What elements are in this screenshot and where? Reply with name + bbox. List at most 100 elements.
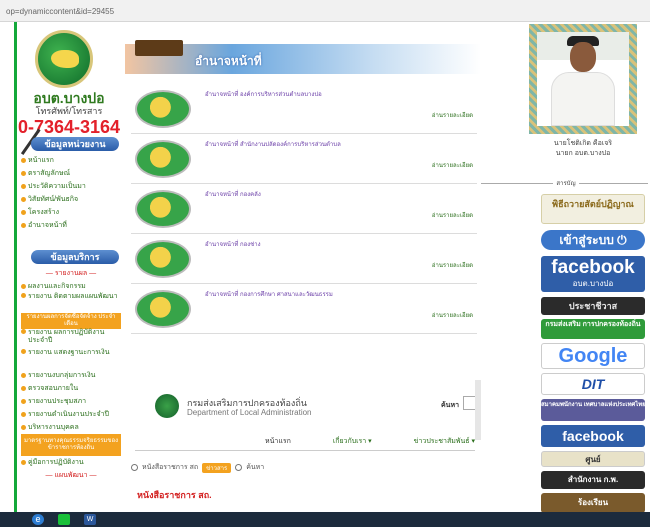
line-app-icon[interactable]	[58, 514, 70, 525]
ocsc-link[interactable]: สำนักงาน ก.พ.	[541, 471, 645, 489]
menu-item-ethics[interactable]: มาตรฐานทางคุณธรรมจริยธรรมของข้าราชการท้อ…	[21, 434, 121, 456]
menu-item[interactable]: ตรวจสอบภายใน	[21, 382, 121, 395]
left-sidebar: อบต.บางปอ โทรศัพท์/โทรสาร 0-7364-3164 ข้…	[17, 22, 121, 512]
menu-item[interactable]: ประวัติความเป็นมา	[21, 180, 121, 193]
radio-search-label: ค้นหา	[246, 464, 265, 471]
menu-item[interactable]: โครงสร้าง	[21, 206, 121, 219]
complaint-link[interactable]: ร้องเรียน	[541, 493, 645, 512]
links-header: สารบัญ	[481, 178, 648, 188]
divider	[481, 182, 554, 184]
menu-item[interactable]: รายงาน แสดงฐานะการเงิน	[21, 349, 121, 369]
bullet-icon	[21, 399, 26, 404]
read-more-link[interactable]: อ่านรายละเอียด	[432, 160, 473, 170]
list-item: อำนาจหน้าที่ กองคลัง อ่านรายละเอียด	[131, 184, 477, 234]
menu-item[interactable]: รายงานดำเนินงานประจำปี	[21, 408, 121, 421]
bullet-icon	[21, 373, 26, 378]
word-icon[interactable]: W	[84, 514, 96, 525]
uniform-shape	[551, 72, 615, 126]
bullet-icon	[21, 425, 26, 430]
item-title[interactable]: อำนาจหน้าที่ องค์การบริหารส่วนตำบลบางปอ	[205, 89, 322, 99]
facebook-page-sub: อบต.บางปอ	[572, 279, 614, 288]
address-bar[interactable]: op=dynamiccontent&id=29455	[0, 0, 650, 22]
edge-icon[interactable]: e	[32, 514, 44, 525]
portrait-frame	[529, 24, 637, 134]
bullet-icon	[21, 197, 26, 202]
google-link[interactable]: Google	[541, 343, 645, 369]
facebook-link[interactable]: facebook	[541, 425, 645, 447]
person-position: นายก อบต.บางปอ	[555, 150, 611, 157]
nav-home[interactable]: หน้าแรก	[265, 436, 291, 447]
item-title[interactable]: อำนาจหน้าที่ กองคลัง	[205, 189, 261, 199]
menu-item[interactable]: รายงาน ผลการปฏิบัติงานประจำปี	[21, 329, 121, 349]
menu-item[interactable]: รายงานงบกลุ่มการเงิน	[21, 369, 121, 382]
menu-item[interactable]: ตราสัญลักษณ์	[21, 167, 121, 180]
right-column: นายโชติเกิด คือเจริ นายก อบต.บางปอ สารบั…	[481, 22, 648, 512]
bullet-icon	[21, 349, 26, 354]
section-head-services: ข้อมูลบริการ	[31, 250, 119, 264]
bird-icon	[51, 50, 79, 68]
bullet-icon	[21, 293, 26, 298]
menu-item[interactable]: คู่มือการปฏิบัติงาน	[21, 456, 121, 469]
emblem-icon	[135, 240, 191, 278]
login-button[interactable]: เข้าสู่ระบบ ⏻	[541, 230, 645, 250]
bullet-icon	[21, 158, 26, 163]
main-content: อำนาจหน้าที่ อำนาจหน้าที่ องค์การบริหารส…	[125, 22, 481, 512]
page-frame: อบต.บางปอ โทรศัพท์/โทรสาร 0-7364-3164 ข้…	[14, 22, 648, 512]
section-head-agency: ข้อมูลหน่วยงาน	[31, 137, 119, 151]
doc-section-title: หนังสือราชการ สถ.	[137, 490, 212, 500]
radio-docs[interactable]	[131, 464, 138, 471]
list-item: อำนาจหน้าที่ กองการศึกษา ศาสนาและวัฒนธรร…	[131, 284, 477, 334]
item-title[interactable]: อำนาจหน้าที่ กองการศึกษา ศาสนาและวัฒนธรร…	[205, 289, 333, 299]
item-title[interactable]: อำนาจหน้าที่ กองช่าง	[205, 239, 261, 249]
oath-ceremony-banner[interactable]: พิธีถวายสัตย์ปฏิญาณ	[541, 194, 645, 224]
menu-item[interactable]: บริหารงานบุคคล	[21, 421, 121, 434]
site-logo[interactable]	[35, 30, 93, 88]
bullet-icon	[21, 210, 26, 215]
nav-about[interactable]: เกี่ยวกับเรา ▾	[333, 436, 372, 447]
link-banner-1[interactable]: ประชาชีวาส	[541, 297, 645, 315]
read-more-link[interactable]: อ่านรายละเอียด	[432, 310, 473, 320]
bullet-icon	[21, 386, 26, 391]
bullet-icon	[21, 460, 26, 465]
bookshelf-icon	[135, 40, 183, 56]
emblem-icon	[135, 290, 191, 328]
item-title[interactable]: อำนาจหน้าที่ สำนักงานปลัดองค์การบริหารส่…	[205, 139, 341, 149]
menu-item-procurement[interactable]: รายงานผลการจัดซื้อจัดจ้าง ประจำเดือน	[21, 313, 121, 329]
menu-item[interactable]: ผลงานและกิจกรรม	[21, 280, 121, 293]
dit-link[interactable]: DIT	[541, 373, 645, 395]
site-contact-label: โทรศัพท์/โทรสาร	[35, 106, 103, 116]
mayor-portrait	[537, 32, 629, 126]
bullet-icon	[21, 171, 26, 176]
report-header: — รายงานผล —	[45, 270, 97, 277]
nav-news[interactable]: ข่าวประชาสัมพันธ์ ▾	[414, 436, 475, 447]
emblem-icon	[135, 190, 191, 228]
news-button[interactable]: ข่าวสาร	[202, 462, 232, 473]
emblem-icon	[135, 90, 191, 128]
dla-link-banner[interactable]: กรมส่งเสริม การปกครองท้องถิ่น	[541, 319, 645, 339]
plan-header: — แผนพัฒนา —	[45, 472, 97, 479]
doc-filter: หนังสือราชการ สถ ข่าวสาร ค้นหา	[131, 462, 264, 473]
bullet-icon	[21, 412, 26, 417]
list-item: อำนาจหน้าที่ สำนักงานปลัดองค์การบริหารส่…	[131, 134, 477, 184]
list-item: อำนาจหน้าที่ กองช่าง อ่านรายละเอียด	[131, 234, 477, 284]
read-more-link[interactable]: อ่านรายละเอียด	[432, 110, 473, 120]
menu-item[interactable]: หน้าแรก	[21, 154, 121, 167]
services-menu: — รายงานผล — ผลงานและกิจกรรม รายงาน ติดต…	[21, 267, 121, 482]
duties-list: อำนาจหน้าที่ องค์การบริหารส่วนตำบลบางปอ …	[131, 84, 477, 334]
read-more-link[interactable]: อ่านรายละเอียด	[432, 210, 473, 220]
menu-item[interactable]: รายงานประชุมสภา	[21, 395, 121, 408]
facebook-page-link[interactable]: facebook อบต.บางปอ	[541, 256, 645, 292]
face-shape	[570, 42, 596, 72]
read-more-link[interactable]: อ่านรายละเอียด	[432, 260, 473, 270]
list-item: อำนาจหน้าที่ องค์การบริหารส่วนตำบลบางปอ …	[131, 84, 477, 134]
power-icon: ⏻	[617, 233, 627, 247]
menu-item[interactable]: รายงาน ติดตามผลแผนพัฒนา	[21, 293, 121, 313]
radio-docs-label: หนังสือราชการ สถ	[142, 464, 199, 471]
page-banner: อำนาจหน้าที่	[125, 40, 481, 74]
menu-item[interactable]: อำนาจหน้าที่	[21, 219, 121, 232]
radio-search[interactable]	[235, 464, 243, 471]
divider	[135, 450, 475, 451]
menu-item[interactable]: วิสัยทัศน์/พันธกิจ	[21, 193, 121, 206]
center-link[interactable]: ศูนย์	[541, 451, 645, 467]
association-link[interactable]: สมาคมพนักงาน เทศบาลแห่งประเทศไทย	[541, 399, 645, 421]
